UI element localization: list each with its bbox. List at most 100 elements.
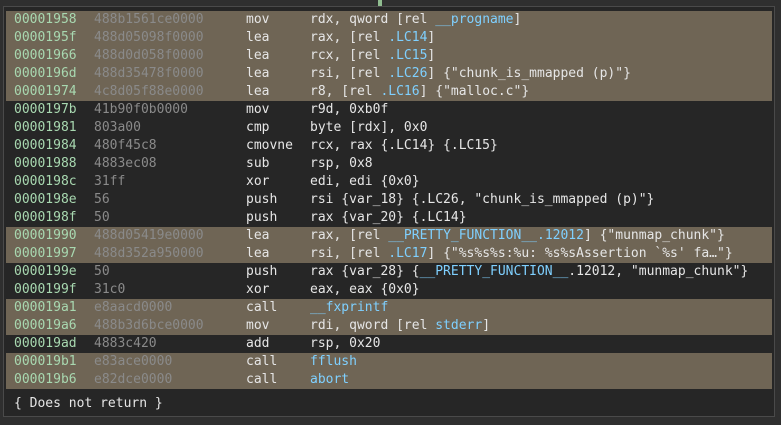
instruction-mnemonic[interactable]: sub	[246, 155, 269, 173]
instruction-row[interactable]: 00001974 4c8d05f88e0000 lea r8, [rel .LC16]…	[6, 83, 772, 101]
instruction-mnemonic[interactable]: cmp	[246, 119, 269, 137]
instruction-mnemonic[interactable]: lea	[246, 29, 269, 47]
instruction-address[interactable]: 0000197b	[14, 101, 77, 119]
symbol-reference[interactable]: __PRETTY_FUNCTION__.12012	[388, 228, 584, 243]
instruction-operands: __fxprintf	[310, 299, 388, 317]
instruction-row[interactable]: 00001958 488b1561ce0000 mov rdx, qword [rel…	[6, 11, 772, 29]
instruction-address[interactable]: 0000198e	[14, 191, 77, 209]
symbol-reference[interactable]: .LC17	[388, 246, 427, 261]
instruction-mnemonic[interactable]: call	[246, 299, 277, 317]
instruction-mnemonic[interactable]: call	[246, 371, 277, 389]
instruction-address[interactable]: 00001984	[14, 137, 77, 155]
instruction-row[interactable]: 0000199e 50 push rax {var_28} {__PRETTY_FUN…	[6, 263, 772, 281]
instruction-mnemonic[interactable]: xor	[246, 173, 269, 191]
instruction-mnemonic[interactable]: push	[246, 209, 277, 227]
symbol-reference[interactable]: stderr	[435, 318, 482, 333]
instruction-mnemonic[interactable]: lea	[246, 47, 269, 65]
operand-text: ]	[427, 48, 436, 63]
instruction-row[interactable]: 0000198e 56 push rsi {var_18} {.LC26, "chun…	[6, 191, 772, 209]
operand-text: rax {var_28} {	[310, 264, 420, 279]
instruction-address[interactable]: 0000195f	[14, 29, 77, 47]
instruction-operands: edi, edi {0x0}	[310, 173, 420, 191]
instruction-address[interactable]: 000019a6	[14, 317, 77, 335]
instruction-row[interactable]: 0000199f 31c0 xor eax, eax {0x0}	[6, 281, 772, 299]
instruction-address[interactable]: 0000199f	[14, 281, 77, 299]
instruction-address[interactable]: 000019a1	[14, 299, 77, 317]
symbol-reference[interactable]: .LC14	[388, 30, 427, 45]
instruction-row[interactable]: 00001981 803a00 cmp byte [rdx], 0x0	[6, 119, 772, 137]
instruction-bytes: 31c0	[94, 282, 126, 297]
instruction-row[interactable]: 00001997 488d352a950000 lea rsi, [rel .LC17…	[6, 245, 772, 263]
instruction-address[interactable]: 000019ad	[14, 335, 77, 353]
symbol-reference[interactable]: .LC26	[388, 66, 427, 81]
instruction-mnemonic[interactable]: mov	[246, 11, 269, 29]
instruction-address[interactable]: 0000198c	[14, 173, 77, 191]
instruction-mnemonic[interactable]: lea	[246, 227, 269, 245]
instruction-mnemonic[interactable]: cmovne	[246, 137, 293, 155]
instruction-operands: rcx, rax {.LC14} {.LC15}	[310, 137, 498, 155]
instruction-address[interactable]: 000019b6	[14, 371, 77, 389]
instruction-row[interactable]: 0000197b 41b90f0b0000 mov r9d, 0xb0f	[6, 101, 772, 119]
instruction-row[interactable]: 00001984 480f45c8 cmovne rcx, rax {.LC14} {…	[6, 137, 772, 155]
instruction-address[interactable]: 0000199e	[14, 263, 77, 281]
instruction-mnemonic[interactable]: add	[246, 335, 269, 353]
instruction-address[interactable]: 0000196d	[14, 65, 77, 83]
symbol-reference[interactable]: abort	[310, 372, 349, 387]
instruction-mnemonic[interactable]: mov	[246, 317, 269, 335]
instruction-address[interactable]: 00001974	[14, 83, 77, 101]
operand-text: eax, eax {0x0}	[310, 282, 420, 297]
instruction-mnemonic[interactable]: push	[246, 263, 277, 281]
instruction-row[interactable]: 000019b6 e82dce0000 call abort	[6, 371, 772, 389]
instruction-operands: abort	[310, 371, 349, 389]
instruction-row[interactable]: 000019a6 488b3d6bce0000 mov rdi, qword [rel…	[6, 317, 772, 335]
instruction-address[interactable]: 0000198f	[14, 209, 77, 227]
instruction-mnemonic[interactable]: call	[246, 353, 277, 371]
instruction-bytes: 41b90f0b0000	[94, 102, 188, 117]
instruction-address[interactable]: 00001988	[14, 155, 77, 173]
instruction-address[interactable]: 00001981	[14, 119, 77, 137]
symbol-reference[interactable]: __PRETTY_FUNCTION__	[420, 264, 569, 279]
instruction-address[interactable]: 00001997	[14, 245, 77, 263]
operand-text: .12012, "munmap_chunk"}	[568, 264, 749, 279]
instruction-row[interactable]: 000019ad 4883c420 add rsp, 0x20	[6, 335, 772, 353]
operand-text: r9d, 0xb0f	[310, 102, 389, 117]
instruction-row[interactable]: 00001990 488d05419e0000 lea rax, [rel __PRE…	[6, 227, 772, 245]
operand-text: rsi, [rel	[310, 246, 389, 261]
instruction-operands: rax {var_20} {.LC14}	[310, 209, 467, 227]
operand-text: rsp, 0x8	[310, 156, 373, 171]
symbol-reference[interactable]: fflush	[310, 354, 357, 369]
instruction-bytes: 4883c420	[94, 336, 157, 351]
instruction-row[interactable]: 000019b1 e83ace0000 call fflush	[6, 353, 772, 371]
symbol-reference[interactable]: __fxprintf	[310, 300, 388, 315]
instruction-operands: rsi {var_18} {.LC26, "chunk_is_mmapped (…	[310, 191, 654, 209]
instruction-operands: rsi, [rel .LC17] {"%s%s%s:%u: %s%sAssert…	[310, 245, 733, 263]
instruction-row[interactable]: 0000198c 31ff xor edi, edi {0x0}	[6, 173, 772, 191]
instruction-mnemonic[interactable]: lea	[246, 83, 269, 101]
instruction-address[interactable]: 00001990	[14, 227, 77, 245]
instruction-address[interactable]: 000019b1	[14, 353, 77, 371]
instruction-row[interactable]: 00001988 4883ec08 sub rsp, 0x8	[6, 155, 772, 173]
instruction-bytes: e83ace0000	[94, 354, 173, 369]
instruction-bytes: 4c8d05f88e0000	[94, 84, 204, 99]
instruction-mnemonic[interactable]: lea	[246, 65, 269, 83]
instruction-row[interactable]: 0000196d 488d35478f0000 lea rsi, [rel .LC26…	[6, 65, 772, 83]
symbol-reference[interactable]: .LC15	[388, 48, 427, 63]
operand-text: rcx, rax {.LC14} {.LC15}	[310, 138, 498, 153]
instruction-row[interactable]: 00001966 488d0d058f0000 lea rcx, [rel .LC15…	[6, 47, 772, 65]
instruction-address[interactable]: 00001966	[14, 47, 77, 65]
disassembly-block[interactable]: 00001958 488b1561ce0000 mov rdx, qword [rel…	[3, 6, 775, 417]
instruction-bytes: 56	[94, 192, 110, 207]
instruction-mnemonic[interactable]: xor	[246, 281, 269, 299]
instruction-mnemonic[interactable]: mov	[246, 101, 269, 119]
symbol-reference[interactable]: .LC16	[380, 84, 419, 99]
instruction-row[interactable]: 0000198f 50 push rax {var_20} {.LC14}	[6, 209, 772, 227]
symbol-reference[interactable]: __progname	[435, 12, 513, 27]
operand-text: rdx, qword [rel	[310, 12, 436, 27]
instruction-list: 00001958 488b1561ce0000 mov rdx, qword [rel…	[4, 11, 774, 389]
instruction-bytes: 803a00	[94, 120, 141, 135]
instruction-row[interactable]: 0000195f 488d05098f0000 lea rax, [rel .LC14…	[6, 29, 772, 47]
instruction-mnemonic[interactable]: lea	[246, 245, 269, 263]
instruction-address[interactable]: 00001958	[14, 11, 77, 29]
instruction-mnemonic[interactable]: push	[246, 191, 277, 209]
instruction-row[interactable]: 000019a1 e8aacd0000 call __fxprintf	[6, 299, 772, 317]
